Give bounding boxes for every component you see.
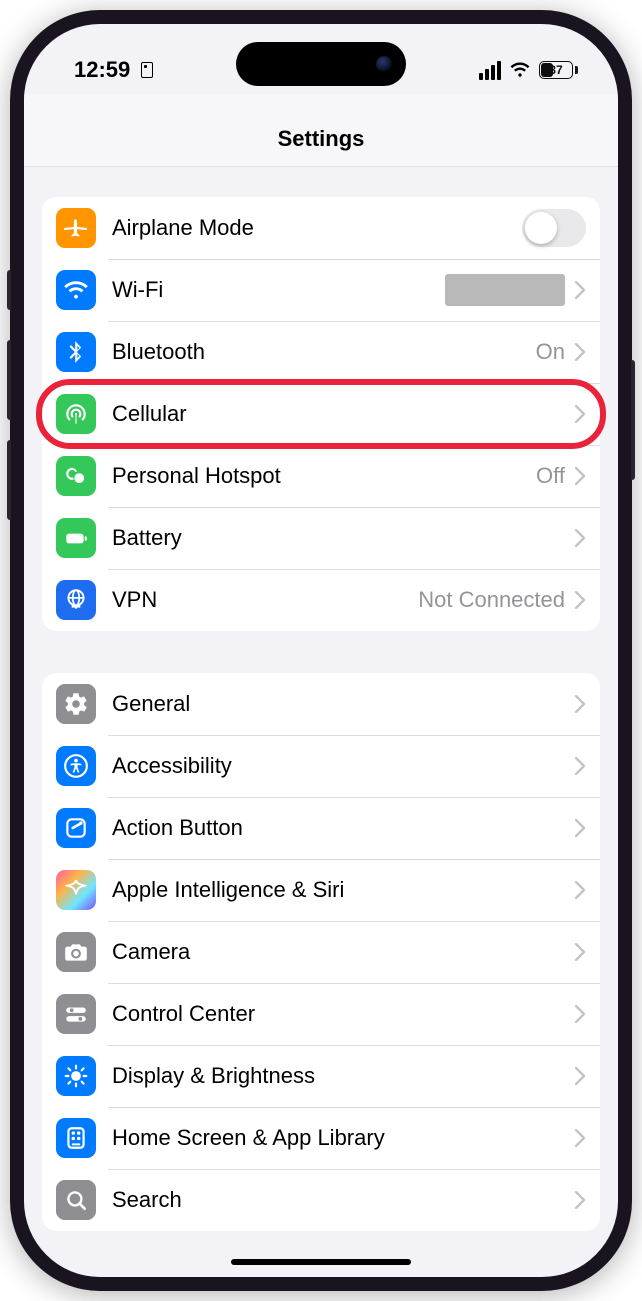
settings-group-connectivity: Airplane Mode Wi-Fi Bluetooth On Cellula… [42, 197, 600, 631]
settings-row-airplane[interactable]: Airplane Mode [42, 197, 600, 259]
chevron-right-icon [575, 591, 586, 609]
wifi-network-redacted [445, 274, 565, 306]
settings-row-controlcenter[interactable]: Control Center [42, 983, 600, 1045]
status-time: 12:59 [74, 57, 130, 83]
chevron-right-icon [575, 1191, 586, 1209]
power-button [631, 360, 635, 480]
airplane-toggle[interactable] [522, 209, 586, 247]
homescreen-label: Home Screen & App Library [112, 1125, 569, 1151]
settings-row-general[interactable]: General [42, 673, 600, 735]
accessibility-label: Accessibility [112, 753, 569, 779]
settings-scroll[interactable]: Airplane Mode Wi-Fi Bluetooth On Cellula… [24, 167, 618, 1273]
actionbutton-label: Action Button [112, 815, 569, 841]
appleintel-label: Apple Intelligence & Siri [112, 877, 569, 903]
bluetooth-label: Bluetooth [112, 339, 536, 365]
cellular-label: Cellular [112, 401, 569, 427]
airplane-label: Airplane Mode [112, 215, 522, 241]
chevron-right-icon [575, 281, 586, 299]
settings-row-bluetooth[interactable]: Bluetooth On [42, 321, 600, 383]
controlcenter-label: Control Center [112, 1001, 569, 1027]
chevron-right-icon [575, 405, 586, 423]
home-screen-icon [56, 1118, 96, 1158]
settings-row-cellular[interactable]: Cellular [42, 383, 600, 445]
vpn-value: Not Connected [418, 587, 565, 613]
apple-intelligence-icon [56, 870, 96, 910]
wifi-icon [56, 270, 96, 310]
settings-row-actionbutton[interactable]: Action Button [42, 797, 600, 859]
cellular-signal-icon [479, 61, 501, 80]
settings-row-accessibility[interactable]: Accessibility [42, 735, 600, 797]
settings-row-battery[interactable]: Battery [42, 507, 600, 569]
chevron-right-icon [575, 695, 586, 713]
cellular-icon [56, 394, 96, 434]
gear-icon [56, 684, 96, 724]
chevron-right-icon [575, 1067, 586, 1085]
dynamic-island [236, 42, 406, 86]
page-title: Settings [24, 94, 618, 167]
chevron-right-icon [575, 343, 586, 361]
settings-row-vpn[interactable]: VPN Not Connected [42, 569, 600, 631]
settings-row-display[interactable]: Display & Brightness [42, 1045, 600, 1107]
general-label: General [112, 691, 569, 717]
wifi-status-icon [509, 62, 531, 78]
battery-indicator: 37 [539, 61, 578, 79]
hotspot-value: Off [536, 463, 565, 489]
battery-icon [56, 518, 96, 558]
volume-up-button [7, 340, 11, 420]
side-button [7, 270, 11, 310]
volume-down-button [7, 440, 11, 520]
screen: 12:59 37 Set [24, 24, 618, 1277]
wifi-label: Wi-Fi [112, 277, 445, 303]
settings-row-wifi[interactable]: Wi-Fi [42, 259, 600, 321]
chevron-right-icon [575, 467, 586, 485]
settings-row-homescreen[interactable]: Home Screen & App Library [42, 1107, 600, 1169]
front-camera [376, 56, 392, 72]
home-indicator[interactable] [231, 1259, 411, 1265]
bluetooth-icon [56, 332, 96, 372]
chevron-right-icon [575, 1005, 586, 1023]
battery-label: Battery [112, 525, 569, 551]
search-label: Search [112, 1187, 569, 1213]
settings-group-general: General Accessibility Action Button Appl… [42, 673, 600, 1231]
airplane-icon [56, 208, 96, 248]
phone-frame: 12:59 37 Set [10, 10, 632, 1291]
chevron-right-icon [575, 757, 586, 775]
vpn-label: VPN [112, 587, 418, 613]
chevron-right-icon [575, 819, 586, 837]
display-brightness-icon [56, 1056, 96, 1096]
hotspot-label: Personal Hotspot [112, 463, 536, 489]
sim-icon [141, 62, 153, 78]
accessibility-icon [56, 746, 96, 786]
settings-row-search[interactable]: Search [42, 1169, 600, 1231]
chevron-right-icon [575, 1129, 586, 1147]
hotspot-icon [56, 456, 96, 496]
display-label: Display & Brightness [112, 1063, 569, 1089]
chevron-right-icon [575, 881, 586, 899]
bluetooth-value: On [536, 339, 565, 365]
settings-row-hotspot[interactable]: Personal Hotspot Off [42, 445, 600, 507]
action-button-icon [56, 808, 96, 848]
chevron-right-icon [575, 943, 586, 961]
search-icon [56, 1180, 96, 1220]
chevron-right-icon [575, 529, 586, 547]
settings-row-camera[interactable]: Camera [42, 921, 600, 983]
control-center-icon [56, 994, 96, 1034]
camera-label: Camera [112, 939, 569, 965]
settings-row-appleintel[interactable]: Apple Intelligence & Siri [42, 859, 600, 921]
vpn-icon [56, 580, 96, 620]
camera-icon [56, 932, 96, 972]
